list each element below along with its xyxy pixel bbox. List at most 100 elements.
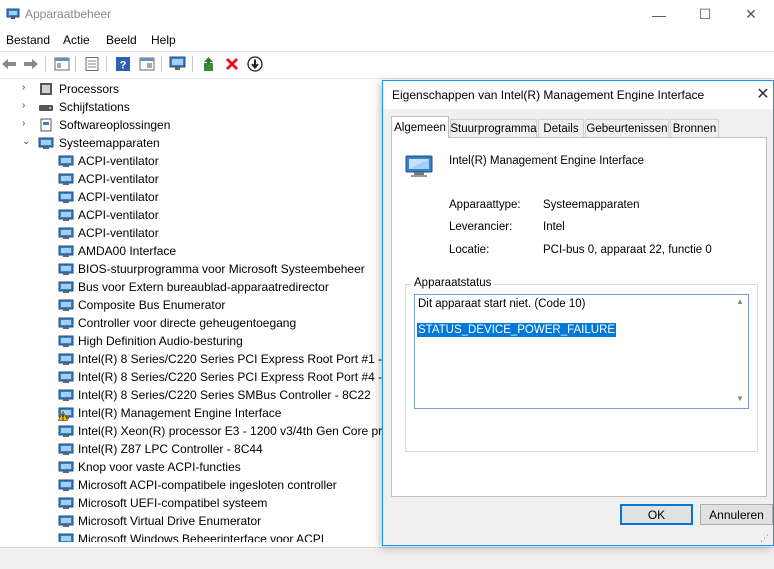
properties-icon[interactable] [83, 55, 101, 73]
tree-device-label: Intel(R) 8 Series/C220 Series SMBus Cont… [78, 388, 371, 402]
menu-beeld[interactable]: Beeld [106, 33, 137, 47]
monitor-scan-icon[interactable] [169, 55, 187, 73]
tree-device-label: Intel(R) 8 Series/C220 Series PCI Expres… [78, 370, 384, 384]
tree-category[interactable]: › Softwareoplossingen [0, 116, 384, 134]
tree-device-item[interactable]: ACPI-ventilator [0, 206, 384, 224]
tree-device-label: Knop voor vaste ACPI-functies [78, 460, 241, 474]
tree-device-item[interactable]: Intel(R) Xeon(R) processor E3 - 1200 v3/… [0, 422, 384, 440]
tree-device-item[interactable]: BIOS-stuurprogramma voor Microsoft Syste… [0, 260, 384, 278]
tab-gebeurtenissen[interactable]: Gebeurtenissen [585, 119, 669, 137]
tree-device-item[interactable]: Knop voor vaste ACPI-functies [0, 458, 384, 476]
view-icon[interactable] [138, 55, 156, 73]
tree-device-label: Bus voor Extern bureaublad-apparaatredir… [78, 280, 329, 294]
tree-category[interactable]: › Schijfstations [0, 98, 384, 116]
tree-device-label: Intel(R) 8 Series/C220 Series PCI Expres… [78, 352, 384, 366]
chevron-right-icon[interactable]: › [22, 100, 32, 111]
close-button[interactable]: ✕ [728, 0, 774, 29]
tree-device-label: Microsoft ACPI-compatibele ingesloten co… [78, 478, 337, 492]
device-icon [58, 352, 74, 366]
tree-device-label: AMDA00 Interface [78, 244, 177, 258]
tree-device-label: ACPI-ventilator [78, 208, 159, 222]
tree-category-label: Systeemapparaten [59, 136, 160, 150]
scroll-up-icon[interactable]: ▲ [736, 297, 744, 306]
toolbar-separator [106, 56, 107, 72]
status-error-code-selected[interactable]: STATUS_DEVICE_POWER_FAILURE [417, 323, 617, 337]
menu-bestand[interactable]: Bestand [6, 33, 50, 47]
device-icon [58, 190, 74, 204]
tree-device-item[interactable]: Intel(R) 8 Series/C220 Series SMBus Cont… [0, 386, 384, 404]
tree-device-item[interactable]: Intel(R) 8 Series/C220 Series PCI Expres… [0, 350, 384, 368]
tree-device-item[interactable]: Microsoft Windows Beheerinterface voor A… [0, 530, 384, 542]
device-icon [58, 424, 74, 438]
ok-button[interactable]: OK [620, 504, 693, 525]
tree-device-label: BIOS-stuurprogramma voor Microsoft Syste… [78, 262, 365, 276]
device-icon [58, 208, 74, 222]
forward-arrow-icon[interactable] [22, 55, 40, 73]
chevron-down-icon[interactable]: ⌄ [22, 136, 32, 147]
device-icon [58, 298, 74, 312]
device-manager-icon [6, 8, 20, 19]
maximize-button[interactable]: ☐ [682, 0, 728, 29]
tree-device-item[interactable]: ACPI-ventilator [0, 170, 384, 188]
tree-device-item[interactable]: Intel(R) 8 Series/C220 Series PCI Expres… [0, 368, 384, 386]
device-tree[interactable]: › Processors › Schijfstations › Softwareoplos… [0, 80, 384, 542]
tree-device-label: High Definition Audio-besturing [78, 334, 243, 348]
device-icon [58, 514, 74, 528]
scroll-down-icon[interactable]: ▼ [736, 394, 744, 403]
tree-device-item[interactable]: High Definition Audio-besturing [0, 332, 384, 350]
device-icon [58, 370, 74, 384]
device-icon [58, 244, 74, 258]
window-title: Apparaatbeheer [25, 7, 112, 21]
cancel-button[interactable]: Annuleren [700, 504, 773, 525]
help-icon[interactable]: ? [114, 55, 132, 73]
tree-device-item[interactable]: ACPI-ventilator [0, 188, 384, 206]
tree-device-label: Intel(R) Xeon(R) processor E3 - 1200 v3/… [78, 424, 384, 438]
tree-device-item[interactable]: AMDA00 Interface [0, 242, 384, 260]
tree-device-item[interactable]: Intel(R) Management Engine Interface [0, 404, 384, 422]
tab-algemeen[interactable]: Algemeen [391, 116, 449, 138]
tree-device-label: ACPI-ventilator [78, 172, 159, 186]
menu-actie[interactable]: Actie [63, 33, 90, 47]
device-icon [58, 388, 74, 402]
chevron-right-icon[interactable]: › [22, 118, 32, 129]
uninstall-icon[interactable] [223, 55, 241, 73]
device-icon [58, 316, 74, 330]
back-arrow-icon[interactable] [0, 55, 18, 73]
device-type-value: Systeemapparaten [543, 199, 640, 211]
tree-device-item[interactable]: ACPI-ventilator [0, 224, 384, 242]
device-icon [58, 460, 74, 474]
tree-device-item[interactable]: Controller voor directe geheugentoegang [0, 314, 384, 332]
device-icon [58, 334, 74, 348]
device-warning-icon [58, 406, 74, 421]
device-status-group-label: Apparaatstatus [411, 277, 495, 289]
tree-category[interactable]: › Processors [0, 80, 384, 98]
device-icon [58, 262, 74, 276]
menu-help[interactable]: Help [151, 33, 176, 47]
device-status-textbox[interactable] [414, 294, 749, 409]
tree-device-item[interactable]: Intel(R) Z87 LPC Controller - 8C44 [0, 440, 384, 458]
status-bar [0, 547, 774, 569]
minimize-button[interactable]: — [636, 0, 682, 29]
tree-device-item[interactable]: Bus voor Extern bureaublad-apparaatredir… [0, 278, 384, 296]
console-tree-icon[interactable] [53, 55, 71, 73]
tree-device-label: ACPI-ventilator [78, 190, 159, 204]
svg-text:?: ? [120, 60, 127, 72]
system-folder-icon [38, 136, 54, 150]
update-driver-icon[interactable] [200, 55, 218, 73]
disable-device-icon[interactable] [246, 55, 264, 73]
tree-category[interactable]: ⌄ Systeemapparaten [0, 134, 384, 152]
tree-device-item[interactable]: Microsoft ACPI-compatibele ingesloten co… [0, 476, 384, 494]
tree-device-item[interactable]: ACPI-ventilator [0, 152, 384, 170]
tree-device-item[interactable]: Microsoft Virtual Drive Enumerator [0, 512, 384, 530]
tree-category-label: Schijfstations [59, 100, 130, 114]
tab-bronnen[interactable]: Bronnen [670, 119, 719, 137]
resize-grip-icon[interactable]: ⋰ [760, 533, 769, 544]
tree-device-label: Controller voor directe geheugentoegang [78, 316, 297, 330]
dialog-close-button[interactable]: ✕ [753, 83, 773, 105]
tree-device-item[interactable]: Microsoft UEFI-compatibel systeem [0, 494, 384, 512]
tab-stuurprogramma[interactable]: Stuurprogramma [450, 119, 537, 137]
tab-details[interactable]: Details [538, 119, 584, 137]
toolbar-separator [75, 56, 76, 72]
chevron-right-icon[interactable]: › [22, 82, 32, 93]
tree-device-item[interactable]: Composite Bus Enumerator [0, 296, 384, 314]
